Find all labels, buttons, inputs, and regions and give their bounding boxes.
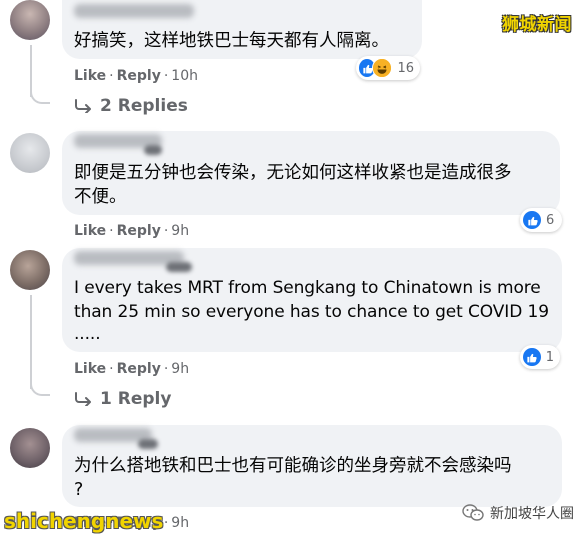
reply-link[interactable]: Reply	[117, 361, 161, 377]
thread-connector-curve	[30, 88, 50, 104]
replies-count-label: 1 Reply	[100, 389, 172, 409]
timestamp[interactable]: 10h	[171, 68, 198, 84]
watermark-bottom-right: 新加坡华人圈	[462, 503, 574, 523]
reply-arrow-icon	[75, 99, 91, 113]
watermark-bottom-left: shichengnews	[4, 509, 164, 533]
comment-text-line: 即便是五分钟也会传染，无论如何这样收紧也是造成很多	[74, 163, 512, 183]
redacted-author-name[interactable]	[74, 4, 194, 18]
comment-text: 好搞笑，这样地铁巴士每天都有人隔离。	[74, 31, 389, 51]
view-replies-link[interactable]: 1 Reply	[74, 389, 171, 409]
comment-actions: Like · Reply · 9h	[74, 223, 190, 239]
avatar[interactable]	[10, 250, 50, 290]
like-icon	[523, 211, 541, 229]
replies-count-label: 2 Replies	[100, 96, 188, 116]
haha-icon	[372, 58, 393, 78]
comment-bubble: 即便是五分钟也会传染，无论如何这样收紧也是造成很多 不便。	[62, 131, 560, 215]
like-link[interactable]: Like	[74, 361, 106, 377]
reaction-count: 16	[397, 60, 414, 76]
timestamp[interactable]: 9h	[171, 361, 189, 377]
comment-text-line: I every takes MRT from Sengkang to China…	[74, 278, 541, 298]
timestamp[interactable]: 9h	[171, 515, 189, 531]
like-icon	[523, 348, 541, 366]
comment-actions: Like · Reply · 9h	[74, 361, 190, 377]
avatar[interactable]	[10, 0, 50, 40]
comment-text-line: than 25 min so everyone has to chance to…	[74, 302, 549, 322]
facebook-comments-screenshot: 好搞笑，这样地铁巴士每天都有人隔离。 16 Like · Reply · 10h 2 R…	[0, 0, 582, 537]
reply-link[interactable]: Reply	[117, 68, 161, 84]
comment-bubble: I every takes MRT from Sengkang to China…	[62, 248, 562, 352]
reactions-summary[interactable]: 1	[520, 345, 560, 369]
comment-text-line: 不便。	[74, 187, 127, 207]
comment-bubble: 为什么搭地铁和巴士也有可能确诊的坐身旁就不会感染吗 ?	[62, 425, 562, 507]
avatar[interactable]	[10, 133, 50, 173]
reactions-summary[interactable]: 6	[520, 208, 562, 232]
reaction-count: 6	[546, 212, 555, 228]
view-replies-link[interactable]: 2 Replies	[74, 96, 188, 116]
watermark-bottom-right-text: 新加坡华人圈	[490, 506, 574, 522]
comment-text-line: 为什么搭地铁和巴士也有可能确诊的坐身旁就不会感染吗	[74, 456, 512, 476]
reply-arrow-icon	[75, 392, 91, 406]
reactions-summary[interactable]: 16	[356, 56, 420, 80]
comment-actions: Like · Reply · 10h	[74, 68, 198, 84]
timestamp[interactable]: 9h	[171, 223, 189, 239]
thread-connector-curve	[30, 380, 50, 396]
wechat-icon	[462, 504, 484, 521]
comment-text-line: ?	[74, 480, 84, 500]
reaction-count: 1	[545, 349, 554, 365]
like-link[interactable]: Like	[74, 223, 106, 239]
like-link[interactable]: Like	[74, 68, 106, 84]
avatar[interactable]	[10, 428, 50, 468]
comment-text-line: .....	[74, 324, 101, 344]
comment-bubble: 好搞笑，这样地铁巴士每天都有人隔离。	[62, 0, 422, 59]
watermark-top-right: 狮城新闻	[502, 15, 572, 35]
reply-link[interactable]: Reply	[117, 223, 161, 239]
thread-connector-line	[30, 295, 32, 389]
